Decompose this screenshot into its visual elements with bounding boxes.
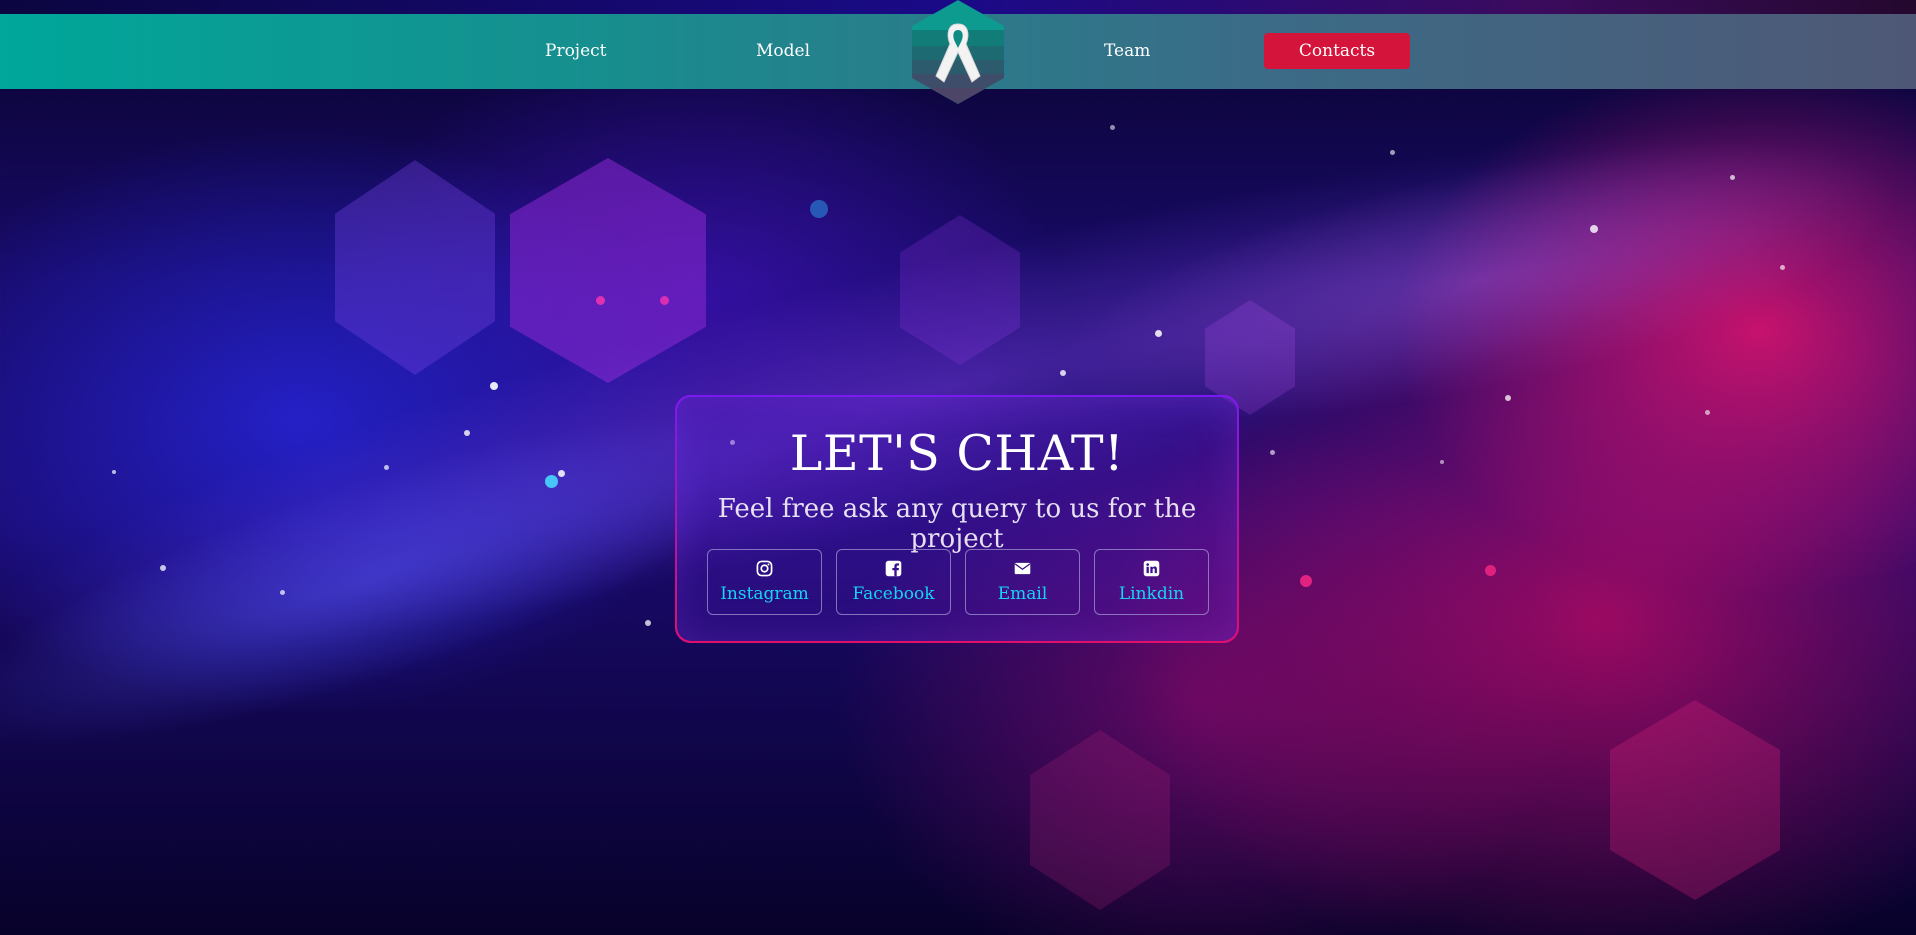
social-label: Linkdin (1118, 584, 1185, 604)
instagram-icon (756, 560, 773, 577)
star (384, 465, 389, 470)
star (160, 565, 166, 571)
nav-link-contacts[interactable]: Contacts (1264, 33, 1410, 69)
social-links: Instagram Facebook Email Linkdin (707, 549, 1213, 617)
star (596, 296, 605, 305)
star (1390, 150, 1395, 155)
star (112, 470, 116, 474)
bokeh-hexagon (900, 215, 1020, 365)
bokeh-hexagon (510, 158, 706, 383)
star (1705, 410, 1710, 415)
star (1505, 395, 1511, 401)
star (464, 430, 470, 436)
star (490, 382, 498, 390)
linkedin-button[interactable]: Linkdin (1094, 549, 1209, 615)
star (1590, 225, 1598, 233)
star (545, 475, 558, 488)
card-subtitle: Feel free ask any query to us for the pr… (717, 494, 1197, 554)
star (1440, 460, 1444, 464)
facebook-button[interactable]: Facebook (836, 549, 951, 615)
linkedin-icon (1143, 560, 1160, 577)
nav-link-team[interactable]: Team (1104, 41, 1150, 61)
contact-card: LET'S CHAT! Feel free ask any query to u… (675, 395, 1239, 643)
instagram-button[interactable]: Instagram (707, 549, 822, 615)
bokeh-hexagon (335, 160, 495, 375)
bokeh-hexagon (1610, 700, 1780, 900)
star (1730, 175, 1735, 180)
card-title: LET'S CHAT! (789, 425, 1125, 482)
bokeh-hexagon (1030, 730, 1170, 910)
star (660, 296, 669, 305)
social-label: Facebook (852, 584, 935, 604)
star (1780, 265, 1785, 270)
email-button[interactable]: Email (965, 549, 1080, 615)
nav-link-model[interactable]: Model (756, 41, 810, 61)
star (1270, 450, 1275, 455)
star (1110, 125, 1115, 130)
envelope-icon (1014, 562, 1031, 575)
star (1155, 330, 1162, 337)
star (1060, 370, 1066, 376)
star (280, 590, 285, 595)
social-label: Instagram (720, 584, 809, 604)
social-label: Email (997, 584, 1048, 604)
ribbon-icon[interactable] (912, 0, 1004, 104)
facebook-icon (885, 560, 902, 577)
star (1485, 565, 1496, 576)
nebula-band (0, 21, 1916, 759)
star (810, 200, 828, 218)
star (645, 620, 651, 626)
star (1300, 575, 1312, 587)
nav-link-project[interactable]: Project (545, 41, 606, 61)
star (558, 470, 565, 477)
